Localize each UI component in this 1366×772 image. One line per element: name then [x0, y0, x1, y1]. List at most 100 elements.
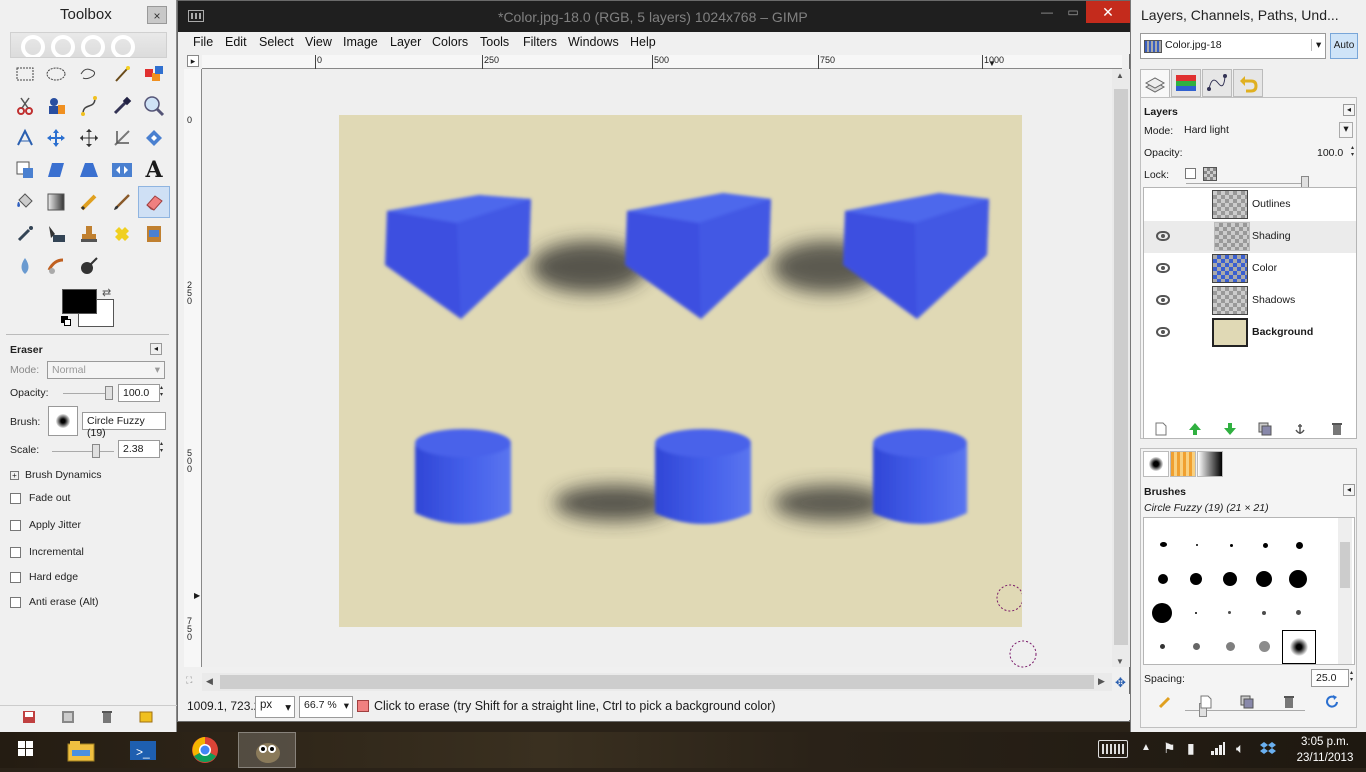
scale-slider[interactable] [52, 444, 114, 458]
apply-jitter-checkbox[interactable] [10, 519, 21, 531]
menu-edit[interactable]: Edit [225, 35, 247, 49]
brush-name-field[interactable]: Circle Fuzzy (19) [82, 412, 166, 439]
scroll-right-icon[interactable]: ▶ [1098, 676, 1105, 687]
brush-item[interactable] [1262, 611, 1266, 615]
duplicate-brush-icon[interactable] [1240, 695, 1254, 712]
move-icon[interactable] [42, 124, 70, 152]
save-options-icon[interactable] [22, 710, 36, 724]
auto-button[interactable]: Auto [1330, 33, 1358, 59]
channels-tab-icon[interactable] [1171, 69, 1201, 97]
layer-opacity-slider[interactable] [1186, 176, 1309, 190]
align-icon[interactable] [75, 124, 103, 152]
visibility-eye-icon[interactable] [1156, 263, 1170, 273]
touch-keyboard-icon[interactable] [1098, 740, 1128, 758]
file-explorer-icon[interactable] [58, 732, 104, 768]
lock-alpha-icon[interactable] [1203, 167, 1217, 181]
gradients-tab-icon[interactable] [1197, 451, 1223, 477]
pencil-icon[interactable] [75, 188, 103, 216]
measure-icon[interactable] [11, 124, 39, 152]
mode-select[interactable]: Normal ▾ [47, 361, 165, 379]
start-button[interactable] [6, 732, 44, 768]
layer-mode-select[interactable]: Hard light ▾ [1179, 120, 1356, 140]
scale-spin-icon[interactable]: ▴ ▾ [160, 441, 166, 455]
color-picker-icon[interactable] [108, 92, 136, 120]
crop-icon[interactable] [108, 124, 136, 152]
vertical-scrollbar[interactable]: ▲ ▼ [1112, 69, 1130, 667]
brush-item[interactable] [1230, 544, 1233, 547]
brush-item[interactable] [1160, 644, 1165, 649]
delete-brush-icon[interactable] [1282, 695, 1296, 712]
menu-filters[interactable]: Filters [523, 35, 557, 49]
quick-mask-menu-icon[interactable]: ▸ [187, 55, 199, 67]
paths-tab-icon[interactable] [1202, 69, 1232, 97]
hard-edge-checkbox[interactable] [10, 571, 21, 583]
layer-row-background[interactable]: Background [1144, 317, 1356, 349]
toolbox-close-button[interactable]: × [147, 6, 167, 24]
new-brush-icon[interactable] [1199, 695, 1213, 712]
brush-item[interactable] [1193, 643, 1200, 650]
fuzzy-select-icon[interactable] [108, 60, 136, 88]
refresh-brushes-icon[interactable] [1325, 695, 1339, 712]
flip-icon[interactable] [108, 156, 136, 184]
brush-item[interactable] [1226, 642, 1235, 651]
minimize-button[interactable]: — [1034, 1, 1060, 23]
ink-icon[interactable] [42, 220, 70, 248]
menu-file[interactable]: File [193, 35, 213, 49]
menu-colors[interactable]: Colors [432, 35, 468, 49]
scroll-up-icon[interactable]: ▲ [1116, 71, 1124, 80]
lock-pixels-checkbox[interactable] [1185, 168, 1196, 179]
brush-item[interactable] [1223, 572, 1237, 586]
vertical-scroll-thumb[interactable] [1114, 89, 1128, 645]
zoom-icon[interactable] [140, 92, 168, 120]
brush-item[interactable] [1158, 574, 1168, 584]
free-select-icon[interactable] [75, 60, 103, 88]
anti-erase-checkbox[interactable] [10, 596, 21, 608]
horizontal-ruler[interactable]: 0 250 500 750 1000 ▼ [202, 55, 1122, 69]
clone-icon[interactable] [75, 220, 103, 248]
dropbox-icon[interactable] [1260, 740, 1276, 758]
menu-layer[interactable]: Layer [390, 35, 421, 49]
menu-help[interactable]: Help [630, 35, 656, 49]
brush-item[interactable] [1160, 542, 1167, 547]
blend-icon[interactable] [42, 188, 70, 216]
brush-item[interactable] [1190, 573, 1202, 585]
restore-options-icon[interactable] [61, 710, 75, 724]
menu-view[interactable]: View [305, 35, 332, 49]
undo-history-tab-icon[interactable] [1233, 69, 1263, 97]
incremental-checkbox[interactable] [10, 546, 21, 558]
opacity-input[interactable]: 100.0 [118, 384, 160, 402]
paintbrush-icon[interactable] [108, 188, 136, 216]
action-center-icon[interactable]: ⚑ [1163, 740, 1176, 758]
scroll-down-icon[interactable]: ▼ [1116, 657, 1124, 666]
zoom-to-fit-icon[interactable]: ⛶ [186, 675, 192, 686]
vertical-ruler[interactable]: 0 250 500 750 ▶ [184, 69, 202, 667]
perspective-clone-icon[interactable] [140, 220, 168, 248]
image-canvas[interactable] [339, 115, 1022, 627]
spacing-spin-icon[interactable]: ▴ ▾ [1350, 670, 1356, 684]
default-colors-icon[interactable] [61, 316, 73, 328]
opacity-slider[interactable] [63, 386, 113, 400]
rotate-icon[interactable] [140, 124, 168, 152]
layer-row-color[interactable]: Color [1144, 253, 1356, 285]
wilber-drop-area[interactable] [10, 32, 167, 58]
navigate-icon[interactable]: ✥ [1115, 675, 1126, 691]
option-fade-out[interactable]: Fade out [10, 492, 70, 504]
battery-icon[interactable]: ▮ [1187, 740, 1195, 758]
scissors-select-icon[interactable] [11, 92, 39, 120]
brush-item[interactable] [1195, 612, 1197, 614]
duplicate-layer-icon[interactable] [1258, 422, 1272, 439]
system-clock[interactable]: 3:05 p.m. 23/11/2013 [1292, 734, 1358, 766]
brush-item[interactable] [1152, 603, 1172, 623]
eraser-icon[interactable] [138, 186, 170, 218]
maximize-button[interactable]: ▭ [1060, 1, 1086, 23]
raise-layer-icon[interactable] [1188, 422, 1202, 439]
brush-item[interactable] [1256, 571, 1272, 587]
menu-tools[interactable]: Tools [480, 35, 509, 49]
close-window-button[interactable]: ✕ [1086, 1, 1130, 23]
foreground-color-swatch[interactable] [62, 289, 97, 314]
layers-menu-icon[interactable]: ◂ [1343, 104, 1355, 116]
brushes-tab-icon[interactable] [1143, 451, 1169, 477]
dodge-burn-icon[interactable] [75, 252, 103, 280]
spacing-input[interactable]: 25.0 [1311, 669, 1349, 687]
brush-item[interactable] [1296, 542, 1303, 549]
